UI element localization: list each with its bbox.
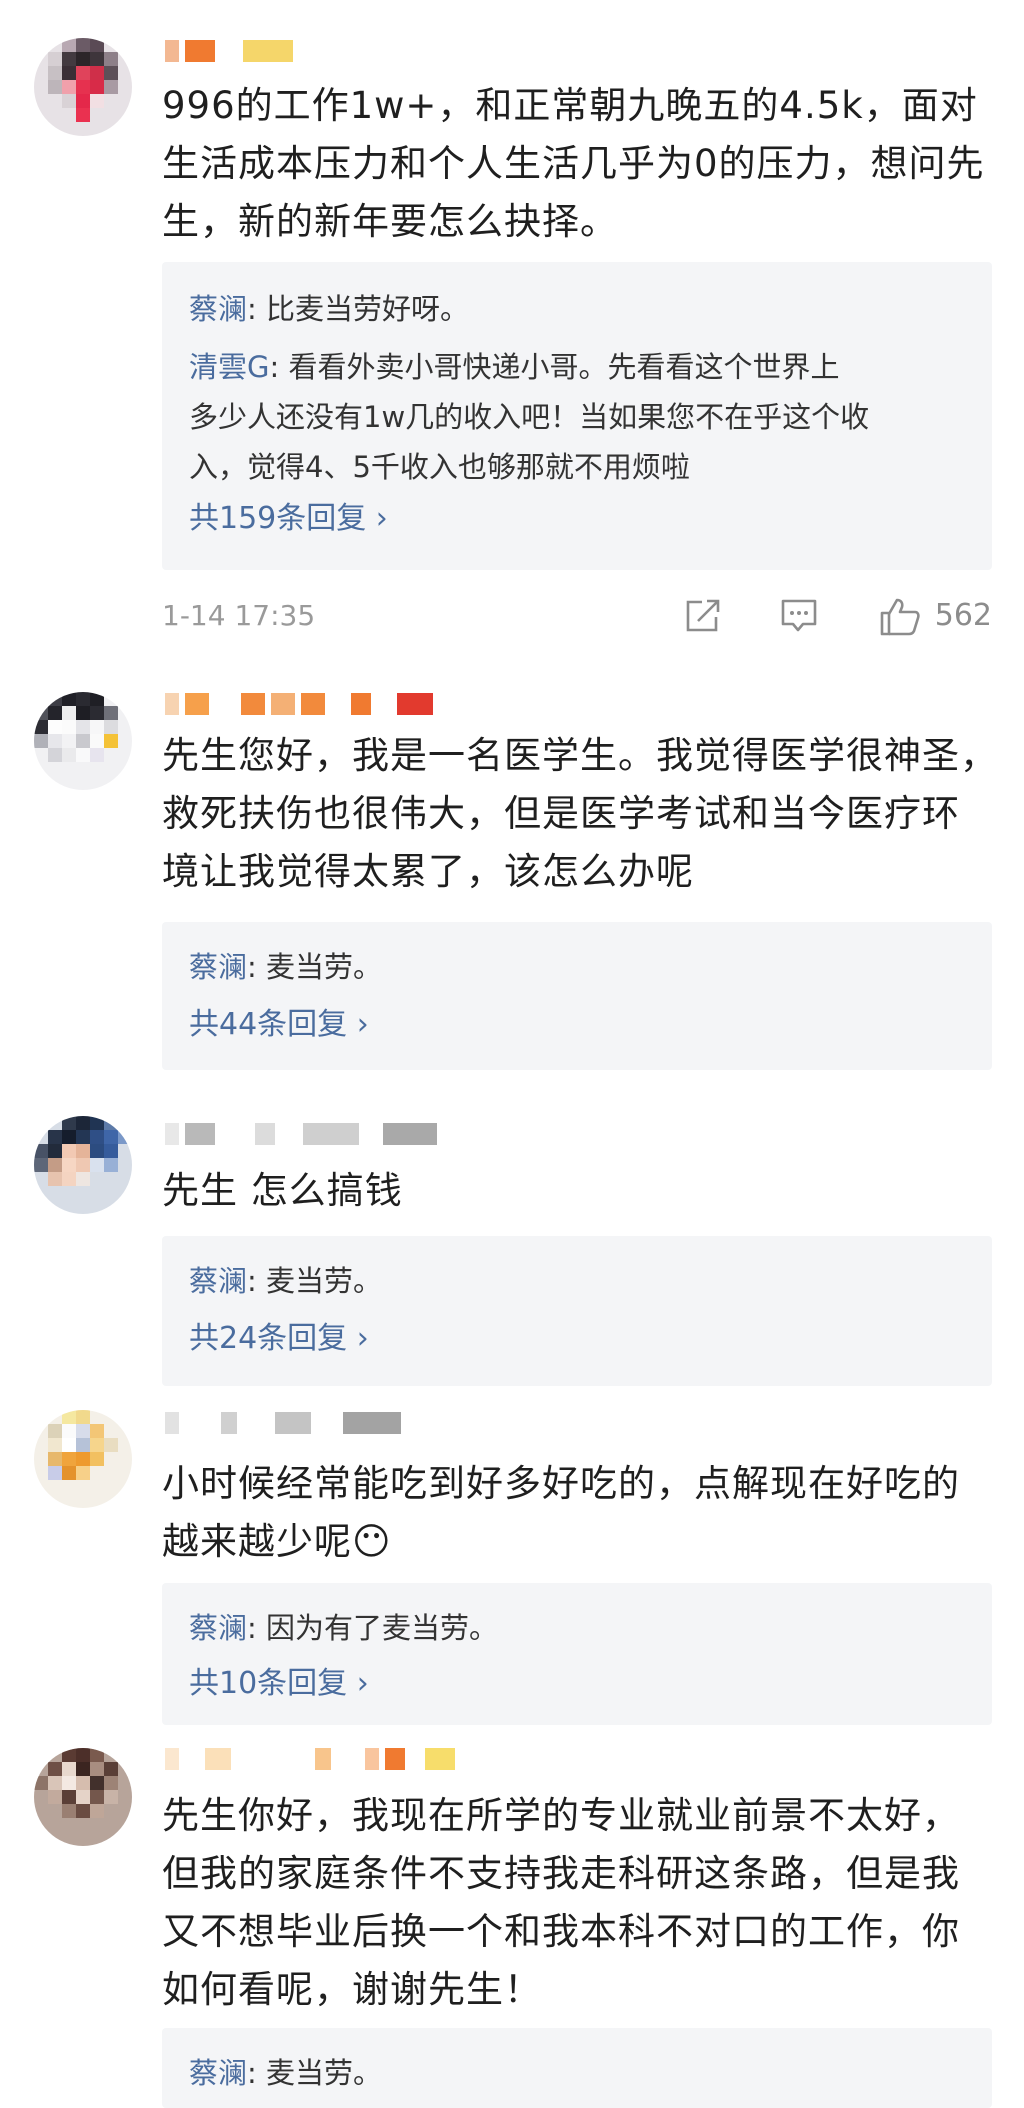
avatar[interactable] xyxy=(34,1748,132,1846)
comment-text: 小时候经常能吃到好多好吃的，点解现在好吃的 越来越少呢😶 xyxy=(162,1462,960,1563)
reply-box: 蔡澜: 麦当劳。 xyxy=(162,2028,992,2108)
username-blurred[interactable] xyxy=(165,1748,455,1770)
more-replies-link[interactable]: 共44条回复 › xyxy=(189,1000,369,1050)
reply-box: 蔡澜: 比麦当劳好呀。 清雲G: 看看外卖小哥快递小哥。先看看这个世界上 多少人… xyxy=(162,262,992,570)
comment-text: 先生 怎么搞钱 xyxy=(162,1169,403,1212)
more-replies-link[interactable]: 共159条回复 › xyxy=(189,494,388,544)
share-icon[interactable] xyxy=(682,597,722,639)
avatar[interactable] xyxy=(34,692,132,790)
reply-author[interactable]: 蔡澜 xyxy=(189,292,247,326)
reply: 清雲G: 看看外卖小哥快递小哥。先看看这个世界上 多少人还没有1w几的收入吧！当… xyxy=(189,350,870,484)
more-replies-link[interactable]: 共10条回复 › xyxy=(189,1659,369,1709)
reply-author[interactable]: 蔡澜 xyxy=(189,2056,247,2090)
reply: 蔡澜: 麦当劳。 xyxy=(189,1264,383,1298)
comment-text: 先生您好，我是一名医学生。我觉得医学很神圣， 救死扶伤也很伟大，但是医学考试和当… xyxy=(162,734,998,893)
comment-icon[interactable] xyxy=(779,597,819,639)
username-blurred[interactable] xyxy=(165,1123,437,1145)
reply: 蔡澜: 麦当劳。 xyxy=(189,950,383,984)
reply-author[interactable]: 蔡澜 xyxy=(189,1611,247,1645)
reply: 蔡澜: 比麦当劳好呀。 xyxy=(189,292,470,326)
reply-author[interactable]: 清雲G xyxy=(189,350,269,384)
avatar[interactable] xyxy=(34,1116,132,1214)
reply: 蔡澜: 因为有了麦当劳。 xyxy=(189,1611,499,1645)
reply-box: 蔡澜: 麦当劳。 共44条回复 › xyxy=(162,922,992,1070)
more-replies-link[interactable]: 共24条回复 › xyxy=(189,1314,369,1364)
comment-footer: 1-14 17:35 562 xyxy=(162,591,992,641)
reply-author[interactable]: 蔡澜 xyxy=(189,950,247,984)
reply-box: 蔡澜: 麦当劳。 共24条回复 › xyxy=(162,1236,992,1386)
username-blurred[interactable] xyxy=(165,40,293,62)
like-count: 562 xyxy=(934,598,992,633)
avatar[interactable] xyxy=(34,38,132,136)
reply-box: 蔡澜: 因为有了麦当劳。 共10条回复 › xyxy=(162,1583,992,1725)
avatar[interactable] xyxy=(34,1410,132,1508)
comment-text: 先生你好，我现在所学的专业就业前景不太好， 但我的家庭条件不支持我走科研这条路，… xyxy=(162,1794,960,2011)
reply-author[interactable]: 蔡澜 xyxy=(189,1264,247,1298)
reply: 蔡澜: 麦当劳。 xyxy=(189,2056,383,2090)
username-blurred[interactable] xyxy=(165,1412,401,1434)
timestamp: 1-14 17:35 xyxy=(162,599,316,632)
like-icon[interactable] xyxy=(878,597,922,641)
comment-text: 996的工作1w+，和正常朝九晚五的4.5k，面对 生活成本压力和个人生活几乎为… xyxy=(162,84,985,243)
username-blurred[interactable] xyxy=(165,693,433,715)
